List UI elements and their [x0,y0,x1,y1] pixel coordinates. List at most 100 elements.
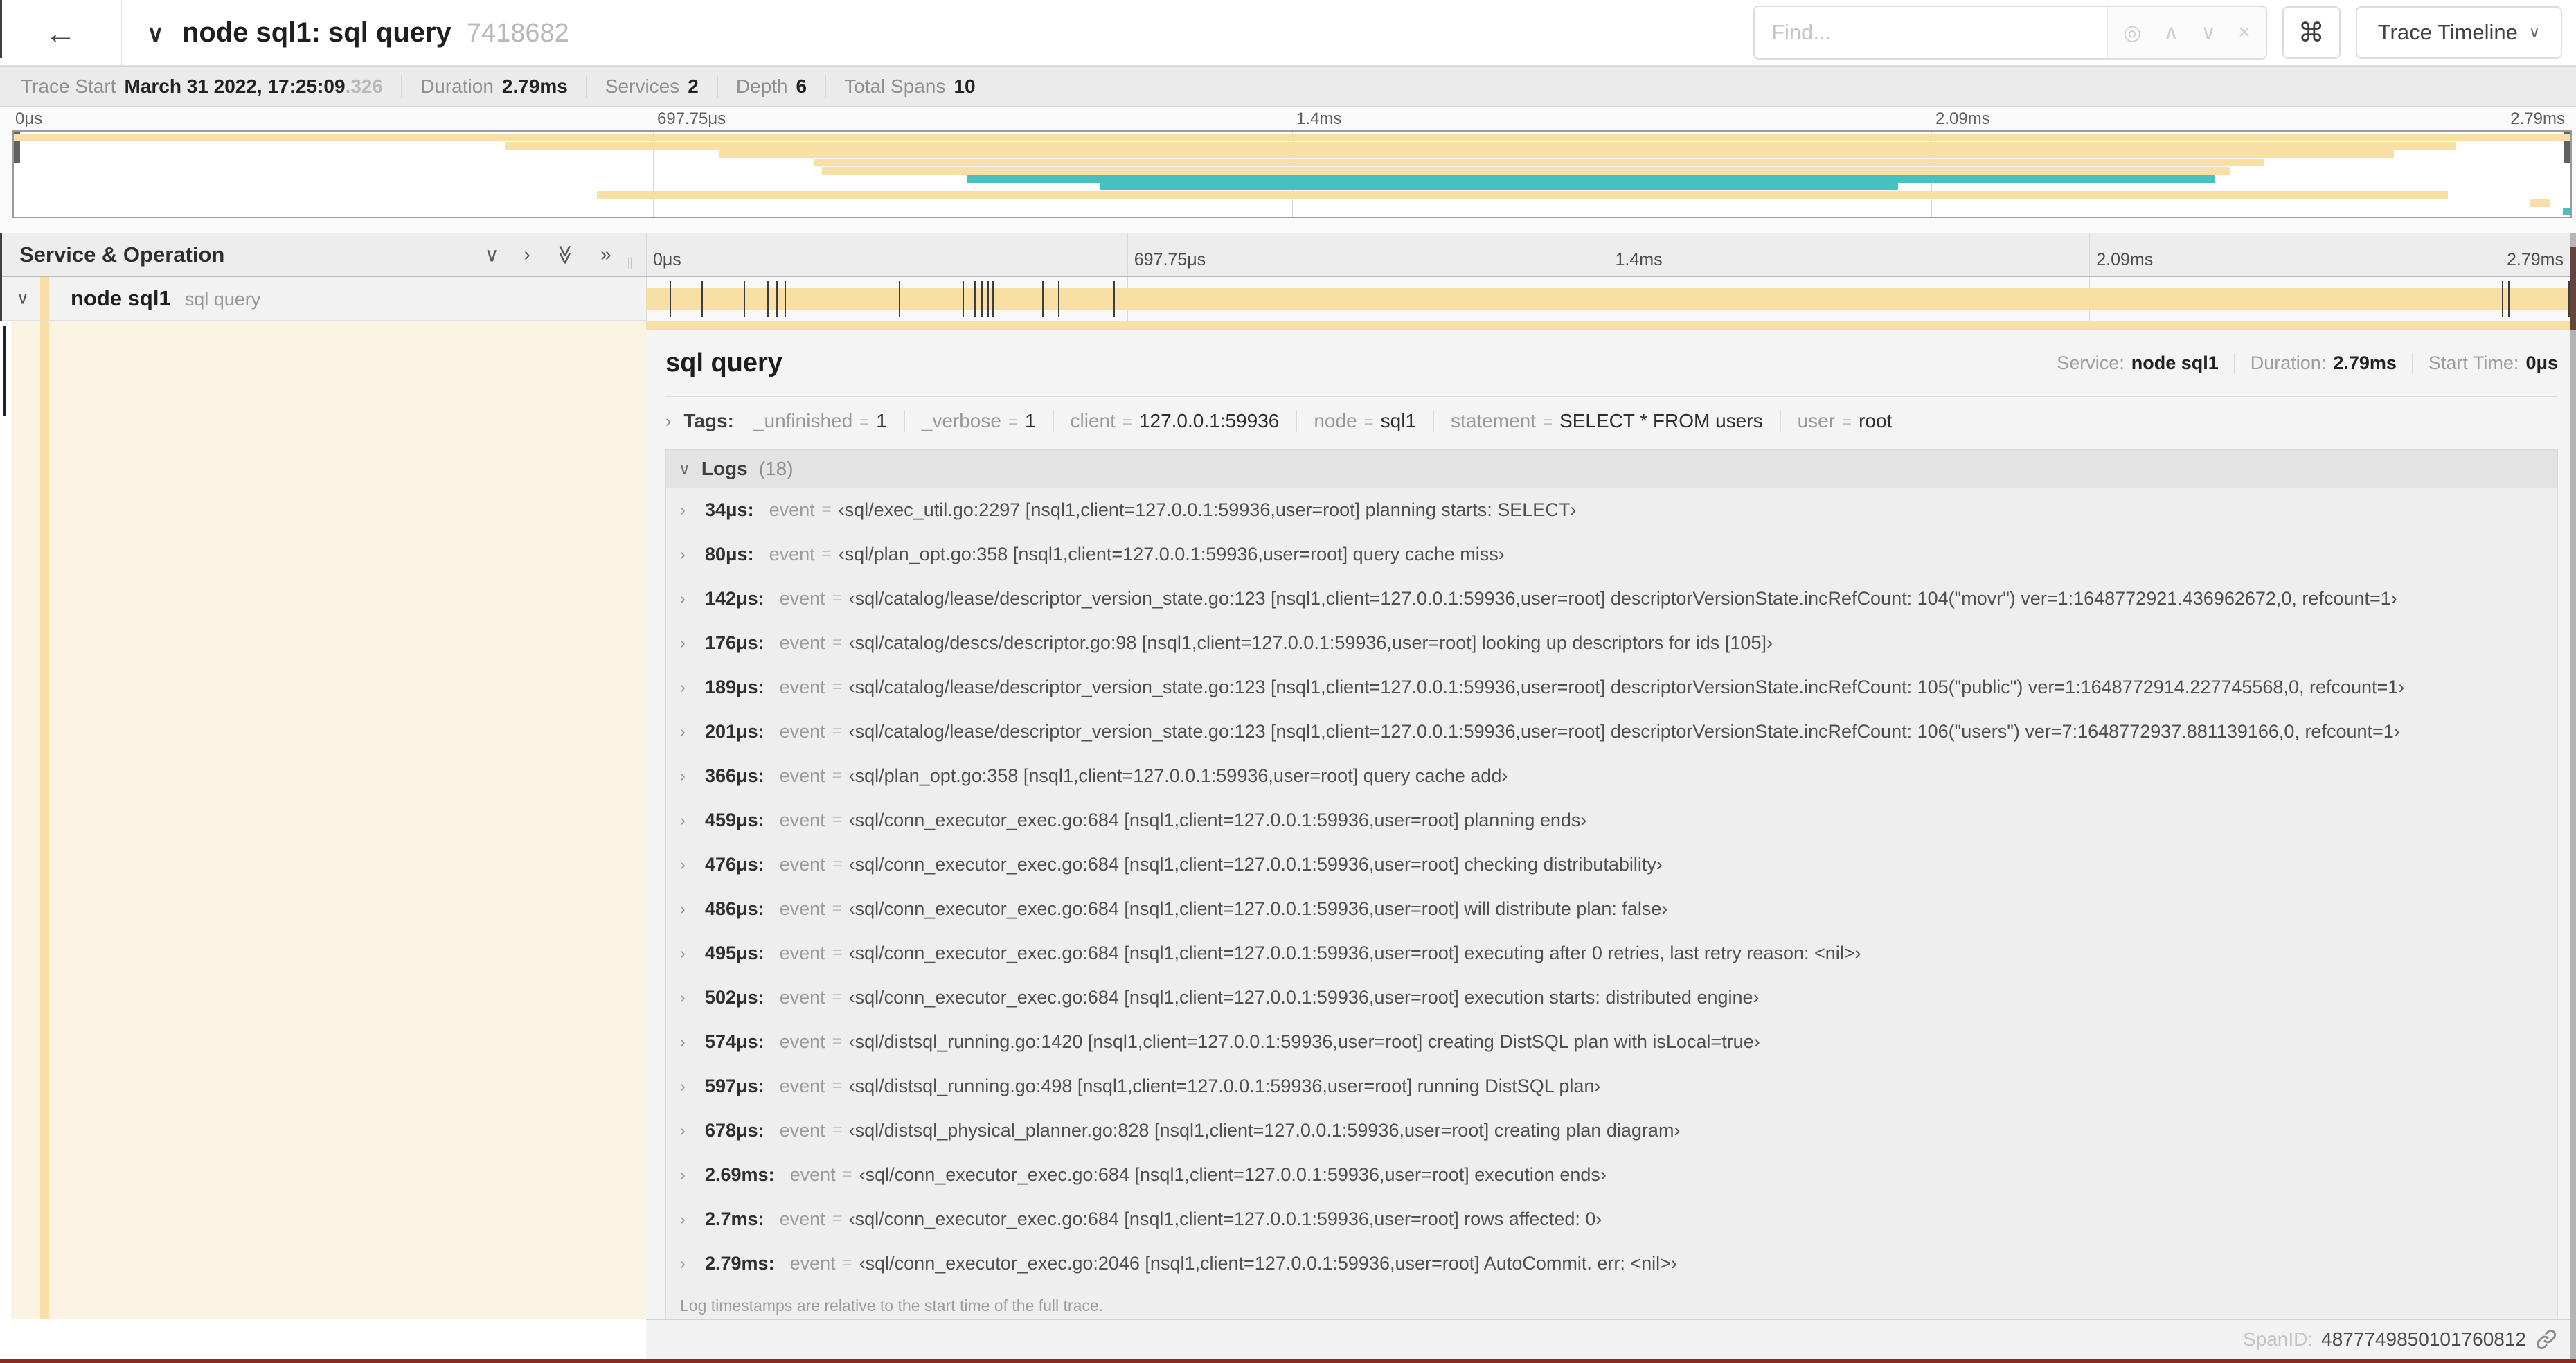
vertical-scrollbar-thumb[interactable] [2570,247,2576,330]
minimap-axis-label: 2.09ms [1935,109,1990,128]
tag-value: sql1 [1380,410,1417,431]
tag-item: client = 127.0.0.1:59936 [1054,410,1298,432]
tags-list: _unfinished = 1 _verbose = 1 client = 127.0.0.1:… [737,410,1908,432]
collapse-one-icon[interactable]: ∨ [485,243,499,266]
log-entry[interactable]: › 80μs: event = ‹sql/plan_opt.go:358 [nsql1,… [666,532,2557,576]
chevron-right-icon: › [680,1032,686,1051]
log-entry[interactable]: › 502μs: event = ‹sql/conn_executor_exec.go:… [666,975,2557,1019]
equals-sign: = [859,413,870,431]
trace-id: 7418682 [466,18,569,48]
clear-search-icon[interactable]: × [2238,21,2251,44]
expand-one-icon[interactable]: › [524,243,530,266]
log-entry[interactable]: › 2.69ms: event = ‹sql/conn_executor_exec.go… [666,1152,2557,1197]
keyboard-shortcuts-button[interactable]: ⌘ [2282,6,2341,59]
log-entry[interactable]: › 366μs: event = ‹sql/plan_opt.go:358 [nsql1… [666,754,2557,798]
log-entry[interactable]: › 142μs: event = ‹sql/catalog/lease/descript… [666,576,2557,621]
trace-view-label: Trace Timeline [2377,20,2518,44]
expand-all-icon[interactable]: » [600,243,611,266]
log-field-key: event [779,1119,825,1141]
back-button[interactable]: ← [0,0,122,65]
collapse-all-icon[interactable]: ≫ [554,244,577,265]
log-marker-tick [785,281,787,317]
collapse-trace-icon[interactable]: ∨ [147,20,164,48]
chevron-right-icon: › [680,1121,686,1139]
minimap-span-bar [2562,208,2570,216]
log-entry[interactable]: › 459μs: event = ‹sql/conn_executor_exec.go:… [666,798,2557,842]
meta-label: Depth [735,75,788,97]
span-row-names: node sql1 sql query [71,286,260,311]
minimap-canvas[interactable] [12,130,2572,218]
log-entry[interactable]: › 486μs: event = ‹sql/conn_executor_exec.go:… [666,887,2557,931]
log-field-value: ‹sql/conn_executor_exec.go:684 [nsql1,cl… [848,853,1663,875]
log-marker-tick [992,281,994,317]
log-field-key: event [769,543,815,564]
link-icon[interactable] [2534,1328,2558,1351]
log-entry[interactable]: › 176μs: event = ‹sql/catalog/descs/descript… [666,621,2557,665]
log-entry[interactable]: › 2.79ms: event = ‹sql/conn_executor_exec.go… [666,1241,2557,1285]
chevron-right-icon: › [680,722,686,740]
meta-value: 2.79ms [501,75,568,97]
chevron-right-icon: › [680,899,686,918]
equals-sign: = [832,943,842,962]
ruler-tick-label: 2.79ms [2507,250,2564,269]
log-entry[interactable]: › 574μs: event = ‹sql/distsql_running.go:142… [666,1019,2557,1064]
logs-count: (18) [758,458,794,479]
log-field-value: ‹sql/catalog/descs/descriptor.go:98 [nsq… [848,632,1773,653]
tag-item: user = root [1781,410,1909,432]
chevron-right-icon: › [665,411,672,431]
next-match-icon[interactable]: ∨ [2201,21,2216,45]
equals-sign: = [832,677,842,696]
log-entry[interactable]: › 678μs: event = ‹sql/distsql_physical_plann… [666,1108,2557,1152]
log-marker-tick [767,281,769,317]
log-field-value: ‹sql/conn_executor_exec.go:684 [nsql1,cl… [848,942,1861,963]
span-row[interactable]: ∨ node sql1 sql query [0,277,2576,321]
log-field-value: ‹sql/plan_opt.go:358 [nsql1,client=127.0… [838,543,1505,564]
locate-icon[interactable]: ◎ [2123,21,2141,45]
equals-sign: = [832,1121,842,1139]
prev-match-icon[interactable]: ∧ [2163,21,2179,45]
log-entry[interactable]: › 495μs: event = ‹sql/conn_executor_exec.go:… [666,931,2557,975]
span-bar[interactable] [646,288,2570,310]
meta-label: Trace Start [21,75,116,97]
minimap-span-bar [504,141,2456,150]
log-entry[interactable]: › 34μs: event = ‹sql/exec_util.go:2297 [nsql… [666,488,2557,532]
log-timestamp: 34μs: [705,499,754,520]
log-timestamp: 574μs: [705,1031,764,1052]
span-collapse-icon[interactable]: ∨ [17,289,29,309]
log-entry[interactable]: › 189μs: event = ‹sql/catalog/lease/descript… [666,665,2557,709]
log-entry[interactable]: › 201μs: event = ‹sql/catalog/lease/descript… [666,709,2557,754]
chevron-right-icon: › [680,500,686,519]
detail-service-color-accent [40,321,49,1319]
log-entry[interactable]: › 476μs: event = ‹sql/conn_executor_exec.go:… [666,842,2557,887]
find-input[interactable] [1755,7,2107,58]
chevron-right-icon: › [680,1254,686,1272]
tags-accordion[interactable]: › Tags: _unfinished = 1 _verbose = 1 client = 12… [665,397,2558,445]
log-field-value: ‹sql/conn_executor_exec.go:684 [nsql1,cl… [859,1164,1607,1185]
column-resizer[interactable]: ‖ [627,255,634,274]
expand-collapse-controls: ∨ › ≫ » [485,243,611,266]
log-field-key: event [779,853,825,875]
find-actions: ◎ ∧ ∨ × [2107,7,2266,58]
log-entry[interactable]: › 597μs: event = ‹sql/distsql_running.go:498… [666,1064,2557,1108]
log-field-value: ‹sql/conn_executor_exec.go:2046 [nsql1,c… [859,1252,1677,1274]
trace-view-selector[interactable]: Trace Timeline ∨ [2355,6,2562,59]
trace-title-group: ∨ node sql1: sql query 7418682 [147,17,1753,48]
equals-sign: = [832,899,842,918]
log-field-value: ‹sql/catalog/lease/descriptor_version_st… [848,720,2400,742]
logs-accordion-header[interactable]: ∨ Logs (18) [666,450,2557,488]
service-operation-title: Service & Operation [19,242,225,267]
log-field-value: ‹sql/conn_executor_exec.go:684 [nsql1,cl… [848,809,1587,830]
timeline-minimap: 0μs 697.75μs 1.4ms 2.09ms 2.79ms [0,107,2576,233]
log-field-key: event [789,1252,836,1274]
log-marker-tick [1057,281,1059,317]
equals-sign: = [832,1209,842,1228]
tags-title: Tags: [683,410,734,431]
minimap-span-bar [719,150,2395,158]
vertical-scrollbar-track[interactable] [2570,233,2576,1359]
chevron-right-icon: › [680,1076,686,1095]
minimap-axis-label: 2.79ms [2510,109,2565,128]
log-entry[interactable]: › 2.7ms: event = ‹sql/conn_executor_exec.go:… [666,1197,2557,1241]
minimap-span-bar [596,191,2448,199]
tag-item: _unfinished = 1 [737,410,905,432]
left-pane-scrollbar[interactable] [3,326,6,416]
